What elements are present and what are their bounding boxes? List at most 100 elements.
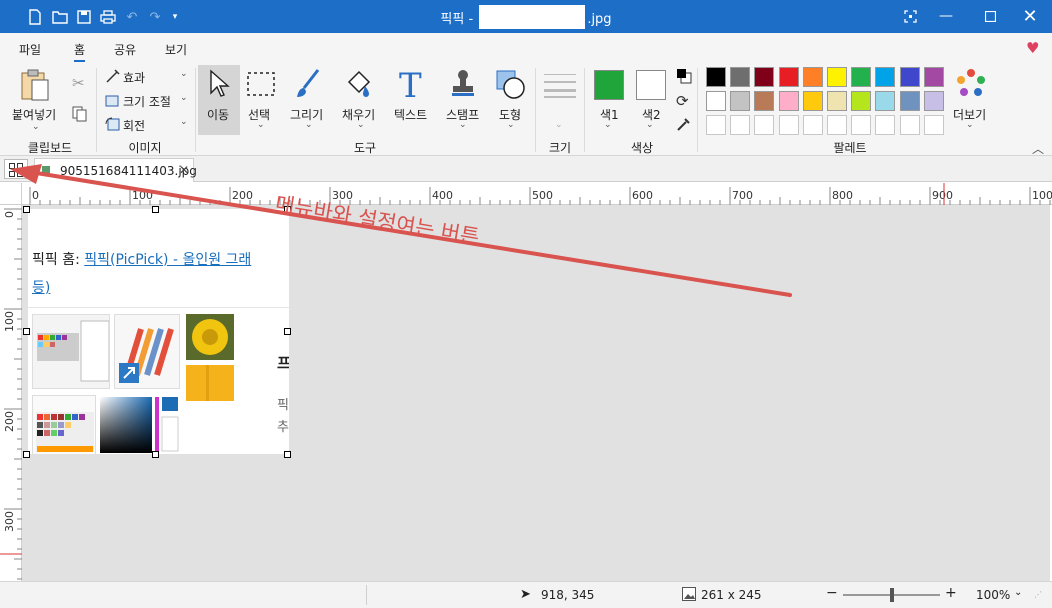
text-button[interactable]: 텍스트 [394, 106, 427, 123]
effect-dropdown-icon[interactable]: ⌄ [180, 69, 188, 79]
picpick-link[interactable]: 픽픽(PicPick) - 올인원 그래 [84, 252, 251, 268]
tab-view[interactable]: 보기 [165, 41, 187, 58]
rotate-button[interactable]: 회전 [123, 117, 145, 134]
zoom-dropdown-icon[interactable]: ⌄ [1014, 587, 1022, 598]
zoom-level[interactable]: 100% [976, 588, 1010, 602]
palette-color-swatch[interactable] [706, 67, 726, 87]
heart-icon[interactable]: ♥ [1026, 39, 1039, 57]
fill-bucket-icon[interactable] [343, 68, 375, 103]
effect-button[interactable]: 효과 [123, 69, 145, 86]
palette-color-swatch[interactable] [923, 91, 944, 111]
palette-color-swatch[interactable] [875, 115, 896, 135]
palette-color-swatch[interactable] [899, 67, 920, 87]
redacted-filename [479, 4, 586, 29]
text-icon[interactable]: T [399, 66, 422, 106]
line-size-icon[interactable] [544, 74, 576, 101]
palette-color-swatch[interactable] [754, 115, 775, 135]
size-dropdown-icon[interactable]: ⌄ [555, 120, 563, 130]
palette-color-swatch[interactable] [754, 91, 775, 111]
canvas-area[interactable]: 픽픽 홈: 픽픽(PicPick) - 올인원 그래 등) 프 픽 추 [22, 205, 1050, 581]
rotate-dropdown-icon[interactable]: ⌄ [180, 117, 188, 127]
menu-settings-button[interactable] [4, 159, 28, 179]
collapse-ribbon-icon[interactable]: ︿ [1032, 140, 1044, 157]
stamp-dropdown-icon[interactable]: ⌄ [459, 120, 467, 130]
resize-handle[interactable] [23, 328, 30, 335]
select-dropdown-icon[interactable]: ⌄ [257, 120, 265, 130]
color-picker-icon[interactable] [676, 116, 692, 135]
palette-color-swatch[interactable] [730, 67, 751, 87]
palette-color-swatch[interactable] [851, 67, 872, 87]
palette-color-swatch[interactable] [923, 115, 944, 135]
color2-dropdown-icon[interactable]: ⌄ [646, 120, 654, 130]
palette-color-swatch[interactable] [754, 67, 775, 87]
draw-dropdown-icon[interactable]: ⌄ [305, 120, 313, 130]
shape-dropdown-icon[interactable]: ⌄ [507, 120, 515, 130]
palette-color-swatch[interactable] [802, 115, 823, 135]
palette-color-swatch[interactable] [827, 91, 847, 111]
more-colors-icon[interactable] [956, 68, 986, 103]
zoom-out-icon[interactable]: − [826, 585, 838, 601]
zoom-slider-thumb[interactable] [889, 588, 894, 602]
resize-handle[interactable] [23, 451, 30, 458]
palette-color-swatch[interactable] [778, 67, 799, 87]
maximize-button[interactable] [978, 5, 1002, 27]
palette-color-swatch[interactable] [730, 91, 751, 111]
palette-color-swatch[interactable] [851, 115, 872, 135]
default-colors-icon[interactable] [676, 68, 692, 87]
capture-icon[interactable] [898, 5, 922, 27]
palette-color-swatch[interactable] [875, 67, 896, 87]
cut-icon[interactable]: ✂ [72, 74, 85, 92]
palette-color-swatch[interactable] [778, 115, 799, 135]
image-content[interactable]: 픽픽 홈: 픽픽(PicPick) - 올인원 그래 등) 프 픽 추 [28, 209, 289, 454]
brush-icon[interactable] [294, 68, 322, 103]
shape-icon[interactable] [496, 70, 526, 103]
palette-color-swatch[interactable] [923, 67, 944, 87]
resize-handle[interactable] [284, 451, 291, 458]
move-tool[interactable]: 이동 [198, 65, 240, 135]
palette-color-swatch[interactable] [899, 91, 920, 111]
copy-icon[interactable] [72, 106, 88, 125]
resize-button[interactable]: 크기 조절 [123, 93, 171, 110]
close-button[interactable]: ✕ [1018, 5, 1042, 27]
resize-handle[interactable] [152, 451, 159, 458]
paste-button[interactable]: 붙여넣기 [12, 106, 56, 123]
color2-swatch[interactable] [636, 70, 666, 100]
more-colors-dropdown-icon[interactable]: ⌄ [966, 120, 974, 130]
resize-handle[interactable] [152, 206, 159, 213]
palette-color-swatch[interactable] [875, 91, 896, 111]
palette-color-swatch[interactable] [730, 115, 751, 135]
palette-color-swatch[interactable] [851, 91, 872, 111]
stamp-icon[interactable] [450, 68, 476, 103]
content-line-2[interactable]: 등) [32, 277, 50, 297]
zoom-in-icon[interactable]: + [945, 585, 957, 601]
palette-color-swatch[interactable] [706, 91, 726, 111]
resize-handle[interactable] [23, 206, 30, 213]
document-tab[interactable]: 905151684111403.jpg ✕ [34, 158, 197, 182]
color1-swatch[interactable] [594, 70, 624, 100]
palette-color-swatch[interactable] [827, 115, 847, 135]
palette-color-swatch[interactable] [899, 115, 920, 135]
swap-colors-icon[interactable]: ⟳ [676, 92, 689, 110]
palette-color-swatch[interactable] [706, 115, 726, 135]
paste-dropdown-icon[interactable]: ⌄ [32, 122, 40, 132]
palette-color-swatch[interactable] [827, 67, 847, 87]
minimize-button[interactable]: — [934, 5, 958, 27]
close-tab-icon[interactable]: ✕ [179, 163, 189, 177]
color1-dropdown-icon[interactable]: ⌄ [604, 120, 612, 130]
tab-file[interactable]: 파일 [19, 41, 41, 58]
select-icon[interactable] [247, 72, 275, 101]
palette-color-swatch[interactable] [778, 91, 799, 111]
paste-icon[interactable] [18, 68, 52, 105]
resize-dropdown-icon[interactable]: ⌄ [180, 93, 188, 103]
fill-dropdown-icon[interactable]: ⌄ [357, 120, 365, 130]
separator [584, 68, 585, 152]
resize-handle[interactable] [284, 328, 291, 335]
zoom-slider[interactable] [843, 588, 940, 602]
divider [28, 307, 289, 308]
tab-share[interactable]: 공유 [114, 41, 136, 58]
tab-home[interactable]: 홈 [74, 41, 86, 62]
palette-color-swatch[interactable] [802, 67, 823, 87]
palette-color-swatch[interactable] [802, 91, 823, 111]
ruler-label: 1000 [1032, 189, 1052, 202]
cursor-position: 918, 345 [541, 588, 595, 602]
